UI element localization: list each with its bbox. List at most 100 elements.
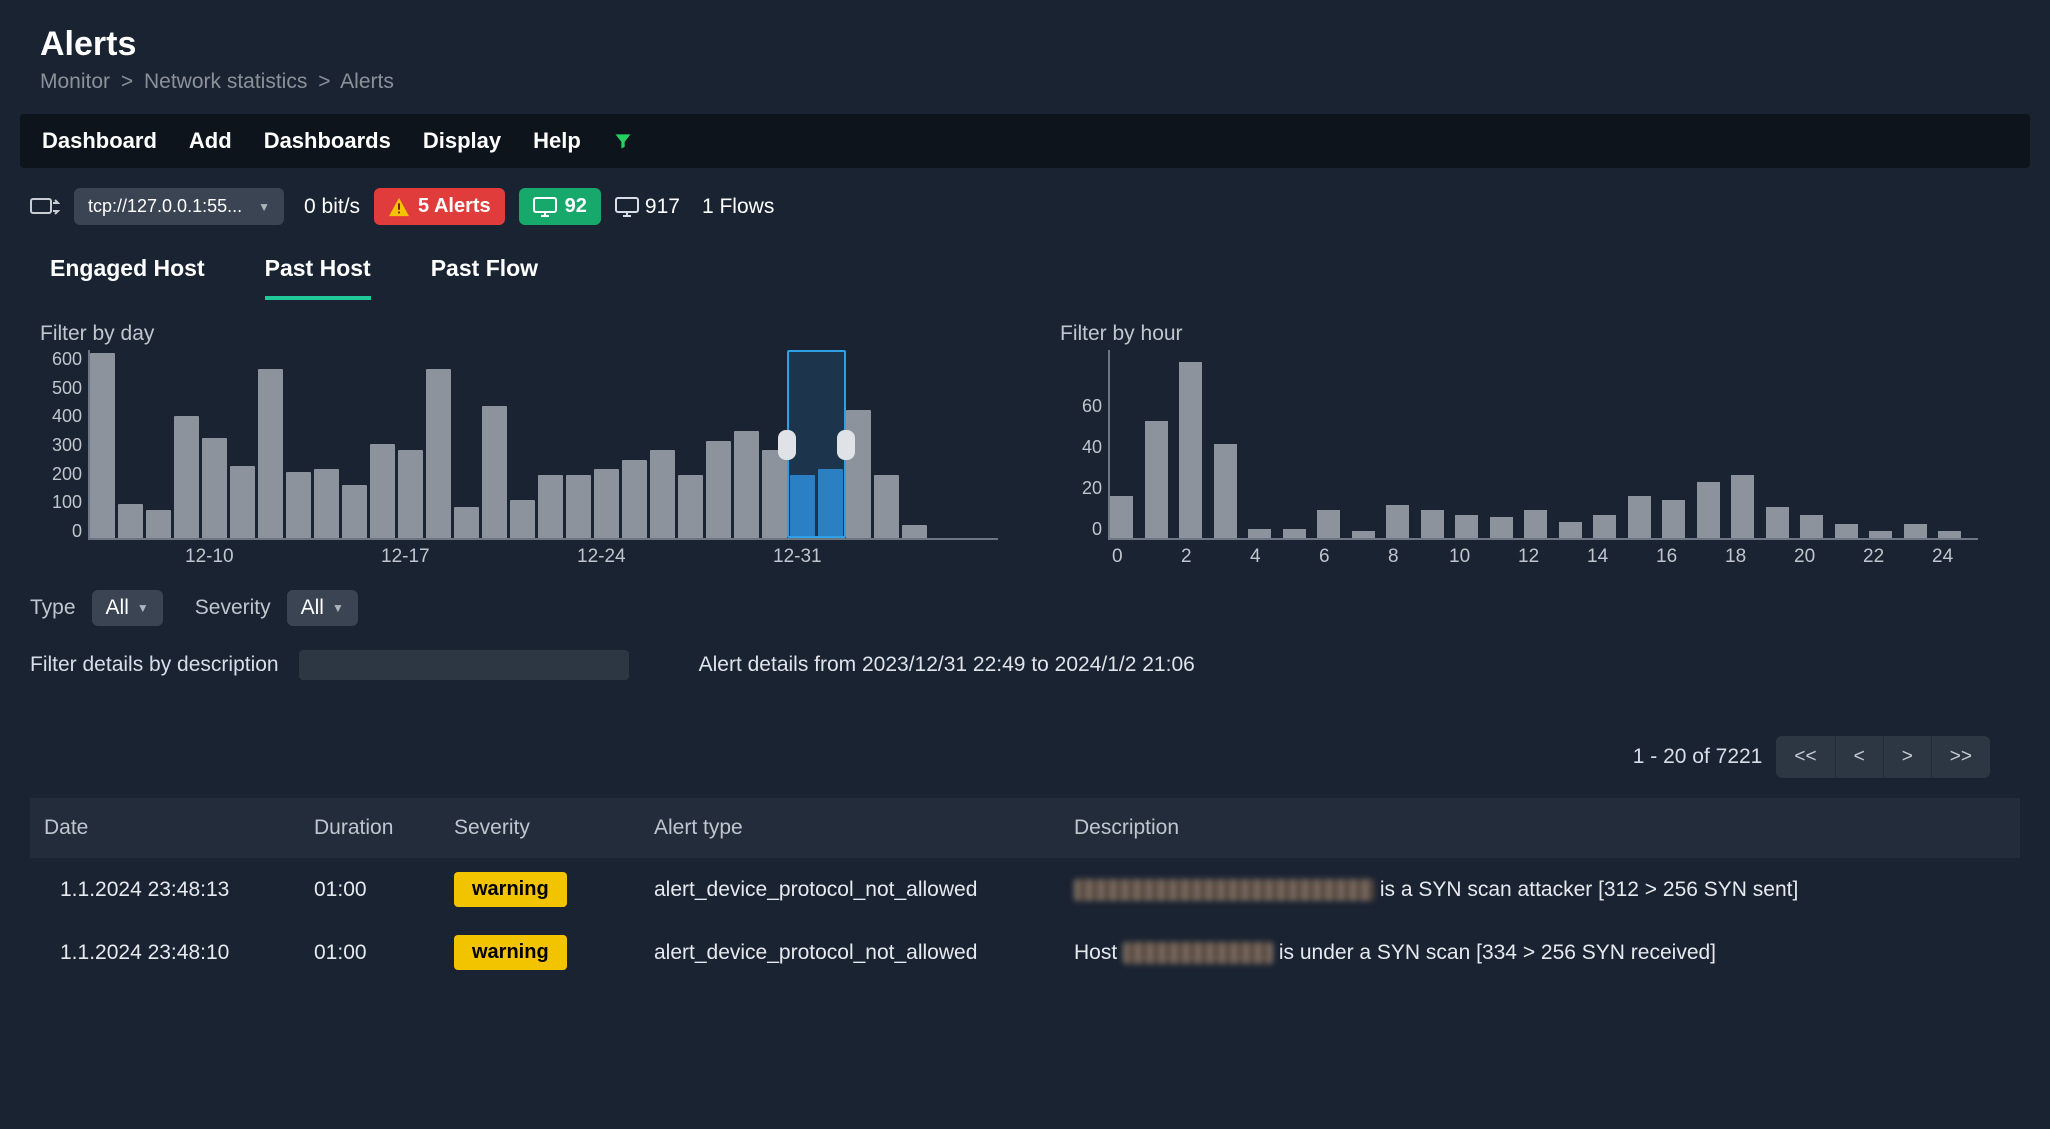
chart-bar[interactable] xyxy=(510,500,535,538)
chart-bar[interactable] xyxy=(1662,500,1685,538)
chart-bar[interactable] xyxy=(1110,496,1133,538)
chart-bar[interactable] xyxy=(1593,515,1616,539)
chart-bar[interactable] xyxy=(566,475,591,538)
page-header: Alerts Monitor > Network statistics > Al… xyxy=(20,0,2030,104)
chart-bar[interactable] xyxy=(258,369,283,538)
alerts-badge[interactable]: 5 Alerts xyxy=(374,188,505,225)
breadcrumb-item-alerts[interactable]: Alerts xyxy=(340,70,394,93)
chart-title: Filter by hour xyxy=(1060,322,1990,346)
chart-bar[interactable] xyxy=(1490,517,1513,538)
chart-bar[interactable] xyxy=(1524,510,1547,538)
chart-bar[interactable] xyxy=(1938,531,1961,538)
menu-display[interactable]: Display xyxy=(423,128,501,154)
chart-bar[interactable] xyxy=(622,460,647,538)
chart-bar[interactable] xyxy=(734,431,759,538)
range-handle-right[interactable] xyxy=(837,430,855,460)
tab-past-host[interactable]: Past Host xyxy=(265,255,371,300)
chart-bar[interactable] xyxy=(1455,515,1478,539)
flows-label[interactable]: 1 Flows xyxy=(702,195,774,219)
menu-dashboard[interactable]: Dashboard xyxy=(42,128,157,154)
col-alert-type[interactable]: Alert type xyxy=(640,798,1060,858)
chart-bar[interactable] xyxy=(678,475,703,538)
chart-bar[interactable] xyxy=(1421,510,1444,538)
chart-bar[interactable] xyxy=(426,369,451,538)
chart-bar[interactable] xyxy=(202,438,227,538)
table-row[interactable]: 1.1.2024 23:48:1001:00warningalert_devic… xyxy=(30,921,2020,984)
breadcrumb-sep: > xyxy=(318,70,330,93)
chart-bar[interactable] xyxy=(1283,529,1306,538)
tab-engaged-host[interactable]: Engaged Host xyxy=(50,255,205,300)
chart-bar[interactable] xyxy=(1145,421,1168,539)
active-hosts-badge[interactable]: 92 xyxy=(519,188,601,225)
chart-bar[interactable] xyxy=(1731,475,1754,538)
chart-bar[interactable] xyxy=(1386,505,1409,538)
col-duration[interactable]: Duration xyxy=(300,798,440,858)
breadcrumb-item-monitor[interactable]: Monitor xyxy=(40,70,110,93)
chart-bar[interactable] xyxy=(454,507,479,538)
description-filter-input[interactable] xyxy=(299,650,629,680)
chart-bar[interactable] xyxy=(1214,444,1237,538)
cell-duration: 01:00 xyxy=(300,858,440,921)
chart-bar[interactable] xyxy=(314,469,339,538)
cell-date: 1.1.2024 23:48:10 xyxy=(30,921,300,984)
chart-bar[interactable] xyxy=(482,406,507,538)
chart-bar[interactable] xyxy=(174,416,199,538)
chart-bar[interactable] xyxy=(762,450,787,538)
menubar: Dashboard Add Dashboards Display Help xyxy=(20,114,2030,168)
page-next-button[interactable]: > xyxy=(1884,736,1932,778)
menu-help[interactable]: Help xyxy=(533,128,581,154)
filter-icon[interactable] xyxy=(613,131,633,151)
charts-row: Filter by day 6005004003002001000 12-101… xyxy=(20,300,2030,568)
chart-bar[interactable] xyxy=(1869,531,1892,538)
chart-bar[interactable] xyxy=(650,450,675,538)
alerts-table: Date Duration Severity Alert type Descri… xyxy=(30,798,2020,984)
table-row[interactable]: 1.1.2024 23:48:1301:00warningalert_devic… xyxy=(30,858,2020,921)
total-hosts-badge[interactable]: 917 xyxy=(615,195,680,219)
chart-bar[interactable] xyxy=(146,510,171,538)
chart-bar[interactable] xyxy=(370,444,395,538)
chart-bar[interactable] xyxy=(230,466,255,538)
col-date[interactable]: Date xyxy=(30,798,300,858)
filter-by-hour-chart[interactable]: Filter by hour 6040200 02468101214161820… xyxy=(1050,322,1990,568)
chart-bar[interactable] xyxy=(286,472,311,538)
chart-bar[interactable] xyxy=(1317,510,1340,538)
chart-bar[interactable] xyxy=(90,353,115,538)
chart-bar[interactable] xyxy=(1697,482,1720,538)
severity-filter-select[interactable]: All ▼ xyxy=(287,590,358,626)
type-filter-select[interactable]: All ▼ xyxy=(92,590,163,626)
chart-bar[interactable] xyxy=(594,469,619,538)
chart-bar[interactable] xyxy=(342,485,367,538)
chart-bar[interactable] xyxy=(874,475,899,538)
chart-bar[interactable] xyxy=(118,504,143,538)
menu-add[interactable]: Add xyxy=(189,128,232,154)
chart-bar[interactable] xyxy=(1628,496,1651,538)
chart-bar[interactable] xyxy=(1559,522,1582,538)
chart-bar[interactable] xyxy=(1766,507,1789,538)
menu-dashboards[interactable]: Dashboards xyxy=(264,128,391,154)
chart-bar[interactable] xyxy=(398,450,423,538)
info-bar: tcp://127.0.0.1:55... ▼ 0 bit/s 5 Alerts… xyxy=(20,168,2030,241)
page-prev-button[interactable]: < xyxy=(1836,736,1884,778)
chart-bar[interactable] xyxy=(1352,531,1375,538)
connection-selector[interactable]: tcp://127.0.0.1:55... ▼ xyxy=(74,188,284,225)
cell-severity: warning xyxy=(440,858,640,921)
chart-bar[interactable] xyxy=(1800,515,1823,539)
filter-by-day-chart[interactable]: Filter by day 6005004003002001000 12-101… xyxy=(30,322,1010,568)
col-severity[interactable]: Severity xyxy=(440,798,640,858)
chart-bar[interactable] xyxy=(1248,529,1271,538)
page-title: Alerts xyxy=(40,25,2010,64)
col-description[interactable]: Description xyxy=(1060,798,2020,858)
breadcrumb-item-network-statistics[interactable]: Network statistics xyxy=(144,70,307,93)
page-first-button[interactable]: << xyxy=(1776,736,1835,778)
range-handle-left[interactable] xyxy=(778,430,796,460)
chevron-down-icon: ▼ xyxy=(137,601,149,615)
chart-bar[interactable] xyxy=(902,525,927,538)
chart-bar[interactable] xyxy=(1835,524,1858,538)
chart-bar[interactable] xyxy=(1904,524,1927,538)
chart-bar[interactable] xyxy=(846,410,871,538)
chart-bar[interactable] xyxy=(706,441,731,538)
chart-bar[interactable] xyxy=(538,475,563,538)
chart-bar[interactable] xyxy=(1179,362,1202,538)
page-last-button[interactable]: >> xyxy=(1932,736,1990,778)
tab-past-flow[interactable]: Past Flow xyxy=(431,255,538,300)
